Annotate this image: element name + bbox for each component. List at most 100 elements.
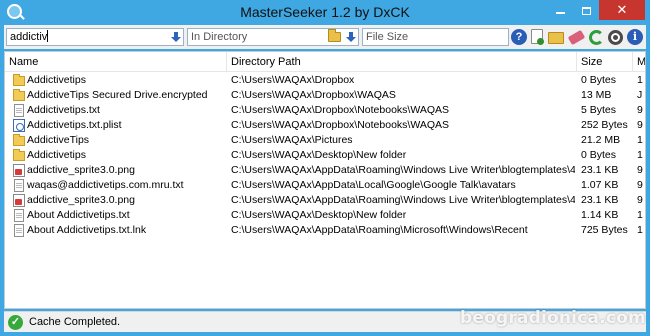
- modified-date: 9: [637, 119, 643, 131]
- modified-date: 1: [637, 149, 643, 161]
- directory-input-placeholder: In Directory: [191, 31, 248, 43]
- directory-path: C:\Users\WAQAx\AppData\Roaming\Windows L…: [231, 164, 575, 176]
- directory-path: C:\Users\WAQAx\Dropbox\WAQAS: [231, 89, 396, 101]
- modified-date: 1: [637, 74, 643, 86]
- file-size: 252 Bytes: [581, 119, 628, 131]
- file-file-icon: [14, 209, 24, 222]
- file-size: 23.1 KB: [581, 194, 619, 206]
- table-row[interactable]: addictive_sprite3.0.png C:\Users\WAQAx\Ap…: [5, 163, 645, 178]
- modified-date: 9: [637, 164, 643, 176]
- info-icon[interactable]: i: [627, 29, 643, 45]
- png-file-icon: [13, 164, 25, 177]
- directory-input[interactable]: In Directory: [187, 28, 359, 46]
- directory-path: C:\Users\WAQAx\Dropbox: [231, 74, 355, 86]
- modified-date: 1: [637, 224, 643, 236]
- title-bar[interactable]: MasterSeeker 1.2 by DxCK ✕: [0, 0, 650, 24]
- file-name: addictive_sprite3.0.png: [27, 194, 135, 206]
- app-window: MasterSeeker 1.2 by DxCK ✕ addictiv In D…: [0, 0, 650, 336]
- table-row[interactable]: About Addictivetips.txt C:\Users\WAQAx\De…: [5, 208, 645, 223]
- folder-file-icon: [13, 89, 25, 101]
- search-input-value: addictiv: [10, 31, 48, 43]
- help-icon[interactable]: ?: [511, 29, 527, 45]
- modified-date: 9: [637, 104, 643, 116]
- settings-icon[interactable]: [608, 30, 623, 45]
- directory-path: C:\Users\WAQAx\Dropbox\Notebooks\WAQAS: [231, 119, 450, 131]
- directory-path: C:\Users\WAQAx\Dropbox\Notebooks\WAQAS: [231, 104, 450, 116]
- file-file-icon: [14, 179, 24, 192]
- file-name: About Addictivetips.txt: [27, 209, 130, 221]
- file-size: 1.14 KB: [581, 209, 619, 221]
- file-name: About Addictivetips.txt.lnk: [27, 224, 147, 236]
- directory-path: C:\Users\WAQAx\AppData\Roaming\Microsoft…: [231, 224, 528, 236]
- png-file-icon: [13, 194, 25, 207]
- file-size: 5 Bytes: [581, 104, 617, 116]
- table-header: Name Directory Path Size M: [5, 52, 645, 72]
- file-name: AddictiveTips Secured Drive.encrypted: [27, 89, 208, 101]
- table-row[interactable]: Addictivetips C:\Users\WAQAx\Dropbox 0 Byt…: [5, 73, 645, 88]
- maximize-button[interactable]: [573, 0, 599, 20]
- file-name: waqas@addictivetips.com.mru.txt: [27, 179, 184, 191]
- directory-path: C:\Users\WAQAx\Pictures: [231, 134, 353, 146]
- file-name: Addictivetips: [27, 149, 86, 161]
- export-document-icon[interactable]: [531, 29, 544, 45]
- table-row[interactable]: addictive_sprite3.0.png C:\Users\WAQAx\Ap…: [5, 193, 645, 208]
- file-size: 23.1 KB: [581, 164, 619, 176]
- modified-date: 1: [637, 209, 643, 221]
- close-button[interactable]: ✕: [599, 0, 645, 20]
- directory-path: C:\Users\WAQAx\Desktop\New folder: [231, 149, 407, 161]
- table-row[interactable]: Addictivetips C:\Users\WAQAx\Desktop\New …: [5, 148, 645, 163]
- minimize-icon: [555, 11, 565, 14]
- browse-folder-icon[interactable]: [328, 29, 341, 42]
- results-list[interactable]: Name Directory Path Size M Addictivetips…: [4, 51, 646, 309]
- file-size: 0 Bytes: [581, 74, 617, 86]
- text-caret: [47, 30, 49, 42]
- file-file-icon: [14, 224, 24, 237]
- directory-path: C:\Users\WAQAx\AppData\Roaming\Windows L…: [231, 194, 575, 206]
- column-header-name[interactable]: Name: [5, 52, 227, 72]
- modified-date: 9: [637, 179, 643, 191]
- file-name: Addictivetips.txt: [27, 104, 100, 116]
- file-name: addictive_sprite3.0.png: [27, 164, 135, 176]
- modified-date: 1: [637, 134, 643, 146]
- file-name: Addictivetips: [27, 74, 86, 86]
- file-size-input[interactable]: File Size: [362, 28, 509, 46]
- maximize-icon: [581, 6, 591, 15]
- directory-path: C:\Users\WAQAx\AppData\Local\Google\Goog…: [231, 179, 516, 191]
- table-row[interactable]: About Addictivetips.txt.lnk C:\Users\WAQA…: [5, 223, 645, 238]
- modified-date: J: [637, 89, 643, 101]
- directory-history-arrow-icon[interactable]: [346, 31, 356, 43]
- file-name: Addictivetips.txt.plist: [27, 119, 122, 131]
- refresh-icon[interactable]: [589, 30, 604, 45]
- search-input[interactable]: addictiv: [6, 28, 184, 46]
- plist-file-icon: [13, 119, 25, 132]
- file-size: 21.2 MB: [581, 134, 621, 146]
- table-row[interactable]: Addictivetips.txt C:\Users\WAQAx\Dropbox\…: [5, 103, 645, 118]
- search-toolbar: addictiv In Directory File Size ? i: [4, 25, 646, 49]
- status-text: Cache Completed.: [29, 316, 121, 328]
- column-header-size[interactable]: Size: [577, 52, 633, 72]
- open-folder-icon[interactable]: [548, 32, 564, 44]
- check-icon: ✓: [8, 315, 23, 330]
- file-size: 13 MB: [581, 89, 612, 101]
- table-row[interactable]: AddictiveTips Secured Drive.encrypted C:\…: [5, 88, 645, 103]
- modified-date: 9: [637, 194, 643, 206]
- folder-file-icon: [13, 134, 25, 146]
- column-header-modified[interactable]: M: [633, 52, 645, 72]
- column-header-directory-path[interactable]: Directory Path: [227, 52, 577, 72]
- watermark: beogradionica.com: [460, 308, 646, 328]
- directory-path: C:\Users\WAQAx\Desktop\New folder: [231, 209, 407, 221]
- file-file-icon: [14, 104, 24, 117]
- file-size: 725 Bytes: [581, 224, 628, 236]
- search-history-arrow-icon[interactable]: [171, 31, 181, 43]
- folder-file-icon: [13, 74, 25, 86]
- eraser-icon[interactable]: [567, 29, 586, 46]
- table-row[interactable]: AddictiveTips C:\Users\WAQAx\Pictures 21.2…: [5, 133, 645, 148]
- file-size-input-placeholder: File Size: [366, 31, 409, 43]
- minimize-button[interactable]: [547, 0, 573, 20]
- table-row[interactable]: Addictivetips.txt.plist C:\Users\WAQAx\Dr…: [5, 118, 645, 133]
- file-name: AddictiveTips: [27, 134, 90, 146]
- table-row[interactable]: waqas@addictivetips.com.mru.txt C:\Users\…: [5, 178, 645, 193]
- close-icon: ✕: [616, 2, 628, 17]
- folder-file-icon: [13, 149, 25, 161]
- file-size: 1.07 KB: [581, 179, 619, 191]
